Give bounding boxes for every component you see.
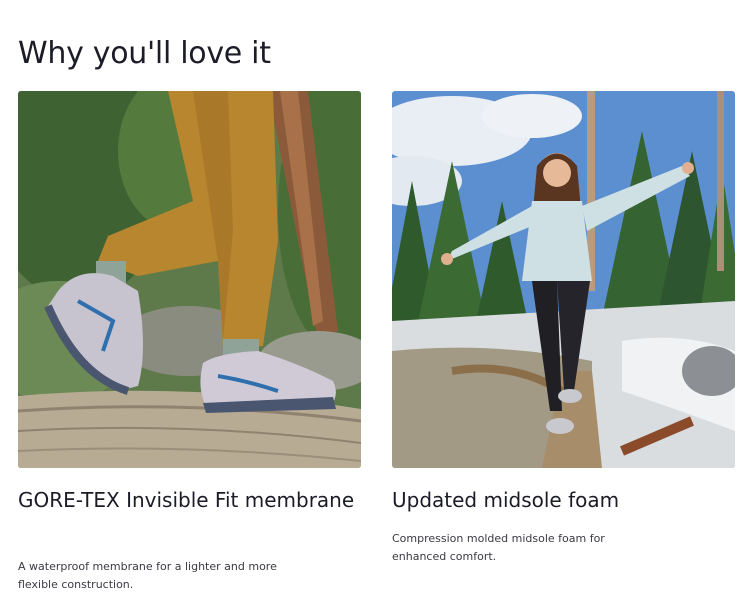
feature-card-gore-tex: GORE-TEX Invisible Fit membrane A waterp… bbox=[18, 91, 361, 591]
feature-card-midsole: Updated midsole foam Compression molded … bbox=[392, 91, 735, 563]
feature-image-shoe-on-log bbox=[18, 91, 361, 468]
feature-image-hiker-balancing bbox=[392, 91, 735, 468]
feature-title: GORE-TEX Invisible Fit membrane bbox=[18, 488, 355, 512]
feature-description: Compression molded midsole foam for enha… bbox=[392, 532, 605, 563]
feature-description: A waterproof membrane for a lighter and … bbox=[18, 560, 277, 591]
section-title: Why you'll love it bbox=[18, 36, 271, 71]
feature-title: Updated midsole foam bbox=[392, 488, 620, 512]
